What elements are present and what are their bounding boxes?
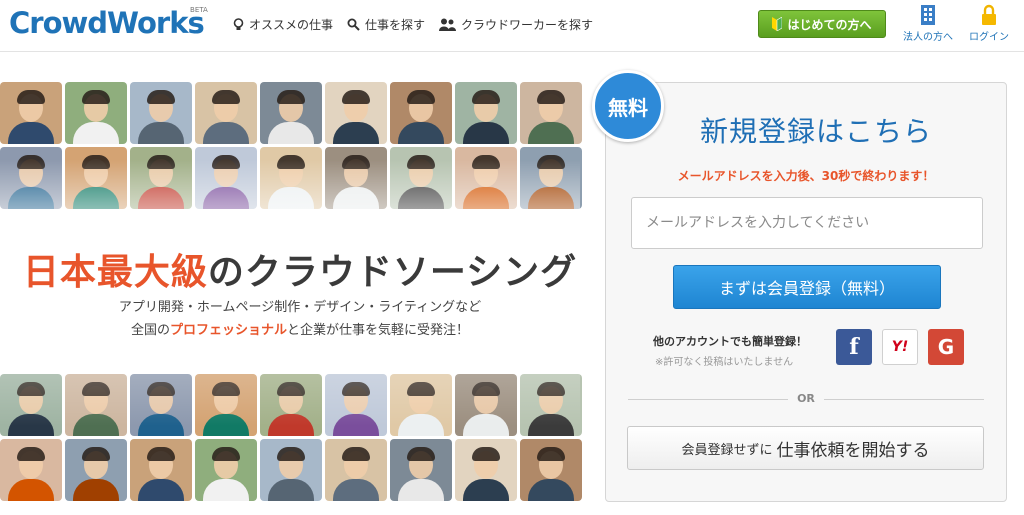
worker-photo xyxy=(520,147,582,209)
worker-photo xyxy=(390,82,452,144)
beginner-mark-icon xyxy=(772,17,783,31)
register-title: 新規登録はこちら xyxy=(699,115,932,148)
people-icon xyxy=(439,18,457,31)
google-icon: G xyxy=(937,335,955,359)
register-submit-button[interactable]: まずは会員登録（無料） xyxy=(673,265,941,309)
worker-photo xyxy=(0,374,62,436)
worker-photo xyxy=(65,374,127,436)
yahoo-icon: Y! xyxy=(891,339,909,355)
hero-sub2-suffix: と企業が仕事を気軽に受発注！ xyxy=(287,323,470,338)
hero-headline-accent: 日本最大級 xyxy=(22,252,208,293)
worker-photo xyxy=(195,439,257,501)
email-field[interactable] xyxy=(631,197,983,249)
or-divider-right xyxy=(824,399,984,400)
worker-photo xyxy=(325,439,387,501)
worker-photo xyxy=(65,82,127,144)
post-job-without-signup-button[interactable]: 会員登録せずに 仕事依頼を開始する xyxy=(627,426,984,470)
search-icon xyxy=(347,18,360,31)
alt-button-small-label: 会員登録せずに xyxy=(681,442,773,458)
worker-photo xyxy=(195,147,257,209)
beginners-button-label: はじめての方へ xyxy=(787,17,872,32)
hero-subtitle-line1: アプリ開発・ホームページ制作・デザイン・ライティングなど xyxy=(118,300,482,315)
worker-photo xyxy=(130,147,192,209)
corporate-link-label: 法人の方へ xyxy=(903,32,953,43)
social-signup-label: 他のアカウントでも簡単登録！ xyxy=(653,335,807,348)
worker-photo xyxy=(195,82,257,144)
worker-photo xyxy=(130,374,192,436)
worker-photo xyxy=(0,82,62,144)
site-header: CrowdWorks BETA オススメの仕事 仕事を探す クラウドワーカーを探… xyxy=(0,0,1024,52)
logo-text: CrowdWorks xyxy=(9,6,205,40)
worker-photo xyxy=(325,82,387,144)
nav-find-jobs-label: 仕事を探す xyxy=(365,18,426,32)
lock-icon xyxy=(982,4,996,25)
social-signup-note: ※許可なく投稿はいたしません xyxy=(655,357,794,368)
worker-photo xyxy=(0,147,62,209)
worker-photo xyxy=(65,147,127,209)
beginners-button[interactable]: はじめての方へ xyxy=(758,10,886,38)
login-link-label: ログイン xyxy=(969,32,1009,43)
facebook-icon: f xyxy=(849,334,859,360)
worker-photo xyxy=(520,374,582,436)
nav-recommended-jobs[interactable]: オススメの仕事 xyxy=(233,16,333,33)
nav-find-workers-label: クラウドワーカーを探す xyxy=(461,18,594,32)
worker-photo xyxy=(260,439,322,501)
nav-find-jobs[interactable]: 仕事を探す xyxy=(347,16,425,33)
hero-sub2-prefix: 全国の xyxy=(130,323,170,338)
hero-subtitle-line2: 全国のプロフェッショナルと企業が仕事を気軽に受発注！ xyxy=(0,319,600,338)
main-nav: オススメの仕事 仕事を探す クラウドワーカーを探す xyxy=(233,16,593,33)
worker-photo xyxy=(0,439,62,501)
worker-photo xyxy=(455,374,517,436)
worker-photo xyxy=(260,82,322,144)
hero-sub2-accent: プロフェッショナル xyxy=(169,323,287,338)
worker-photo xyxy=(260,147,322,209)
facebook-signup-button[interactable]: f xyxy=(836,329,872,365)
worker-photo xyxy=(130,439,192,501)
beta-badge: BETA xyxy=(190,6,208,14)
worker-photo xyxy=(455,439,517,501)
worker-photo xyxy=(390,374,452,436)
worker-photo xyxy=(260,374,322,436)
hero-headline: 日本最大級のクラウドソーシング xyxy=(0,243,600,295)
worker-photo xyxy=(520,439,582,501)
worker-photo xyxy=(325,374,387,436)
lightbulb-icon xyxy=(233,17,244,30)
worker-photo-grid-top xyxy=(0,82,582,209)
yahoo-signup-button[interactable]: Y! xyxy=(882,329,918,365)
worker-photo xyxy=(130,82,192,144)
alt-button-large-label: 仕事依頼を開始する xyxy=(776,440,930,461)
nav-find-workers[interactable]: クラウドワーカーを探す xyxy=(439,16,593,33)
nav-recommended-label: オススメの仕事 xyxy=(249,18,334,32)
login-link[interactable]: ログイン xyxy=(969,4,1009,43)
register-note: メールアドレスを入力後、30秒で終わります！ xyxy=(677,169,935,183)
corporate-link[interactable]: 法人の方へ xyxy=(903,4,953,43)
worker-photo xyxy=(390,147,452,209)
building-icon xyxy=(921,5,935,25)
worker-photo xyxy=(325,147,387,209)
google-signup-button[interactable]: G xyxy=(928,329,964,365)
worker-photo xyxy=(520,82,582,144)
worker-photo xyxy=(195,374,257,436)
worker-photo xyxy=(455,82,517,144)
worker-photo xyxy=(65,439,127,501)
worker-photo xyxy=(455,147,517,209)
hero-headline-rest: のクラウドソーシング xyxy=(207,252,578,293)
crowdworks-logo[interactable]: CrowdWorks BETA xyxy=(9,6,208,40)
worker-photo xyxy=(390,439,452,501)
worker-photo-grid-bottom xyxy=(0,374,582,501)
